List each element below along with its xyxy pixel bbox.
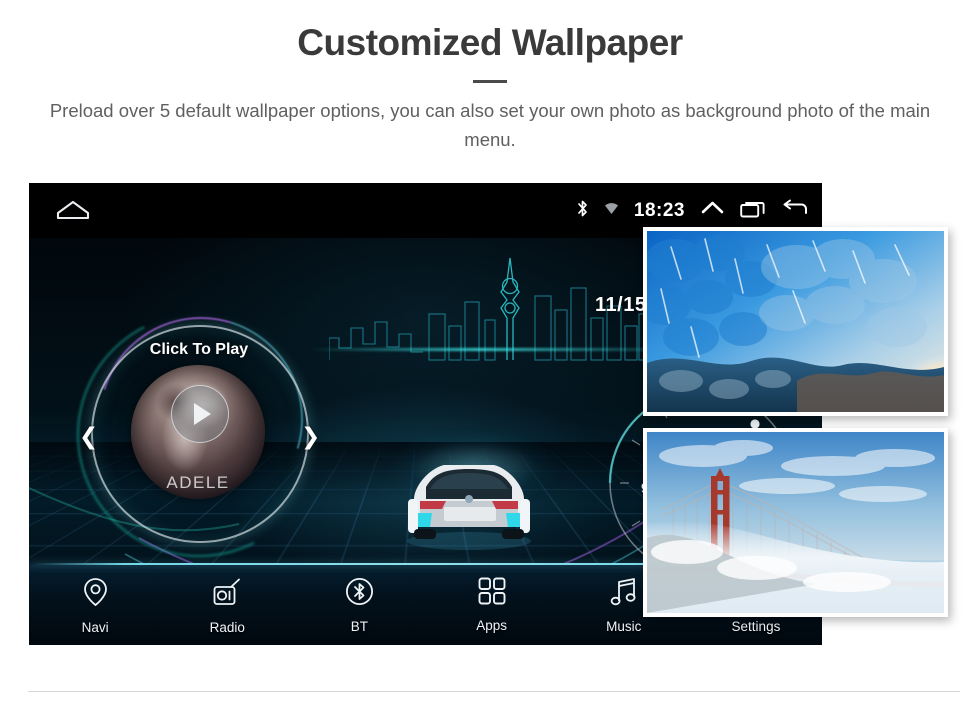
page-root: Customized Wallpaper Preload over 5 defa… — [0, 0, 980, 703]
nav-item-navi[interactable]: Navi — [29, 571, 161, 645]
nav-label-apps: Apps — [476, 618, 507, 633]
nav-item-bt[interactable]: BT — [293, 571, 425, 645]
music-note-icon — [610, 577, 638, 611]
grid-apps-icon — [478, 577, 506, 610]
date-display: 11/15 — [595, 294, 647, 316]
back-arrow-icon[interactable] — [781, 199, 808, 222]
click-to-play-label[interactable]: Click To Play — [69, 341, 329, 359]
bluetooth-icon — [576, 199, 589, 223]
recents-icon[interactable] — [740, 199, 766, 223]
page-header: Customized Wallpaper Preload over 5 defa… — [0, 0, 980, 154]
home-icon[interactable] — [56, 199, 90, 226]
music-widget: Click To Play ADELE ❮ ❯ — [45, 281, 353, 589]
nav-label-music: Music — [606, 619, 642, 634]
golden-gate-bridge-wallpaper[interactable] — [643, 428, 948, 617]
sports-car-graphic — [407, 465, 531, 550]
golden-gate-image — [647, 432, 944, 613]
bluetooth-circle-icon — [345, 577, 374, 611]
nav-item-radio[interactable]: Radio — [161, 571, 293, 645]
play-triangle — [194, 403, 211, 425]
chevron-left-icon[interactable]: ❮ — [79, 423, 98, 450]
status-clock: 18:23 — [633, 199, 685, 221]
nav-item-apps[interactable]: Apps — [426, 571, 558, 645]
ice-cave-image — [647, 231, 944, 412]
page-subtitle: Preload over 5 default wallpaper options… — [49, 100, 931, 150]
title-divider — [473, 80, 507, 83]
ice-cave-wallpaper[interactable] — [643, 227, 948, 416]
bottom-divider — [28, 691, 960, 692]
chevron-up-icon[interactable] — [700, 199, 725, 222]
skyline-horizon-glow — [309, 348, 689, 351]
nav-label-settings: Settings — [731, 619, 781, 634]
play-icon[interactable] — [171, 385, 229, 443]
album-title: ADELE — [166, 473, 230, 492]
page-title: Customized Wallpaper — [297, 22, 683, 63]
nav-label-bt: BT — [350, 619, 369, 634]
nav-label-navi: Navi — [81, 620, 109, 635]
nav-label-radio: Radio — [209, 620, 245, 635]
location-pin-icon — [82, 577, 109, 612]
chevron-right-icon[interactable]: ❯ — [301, 423, 320, 450]
radio-icon — [212, 577, 242, 612]
wifi-icon — [604, 202, 619, 220]
